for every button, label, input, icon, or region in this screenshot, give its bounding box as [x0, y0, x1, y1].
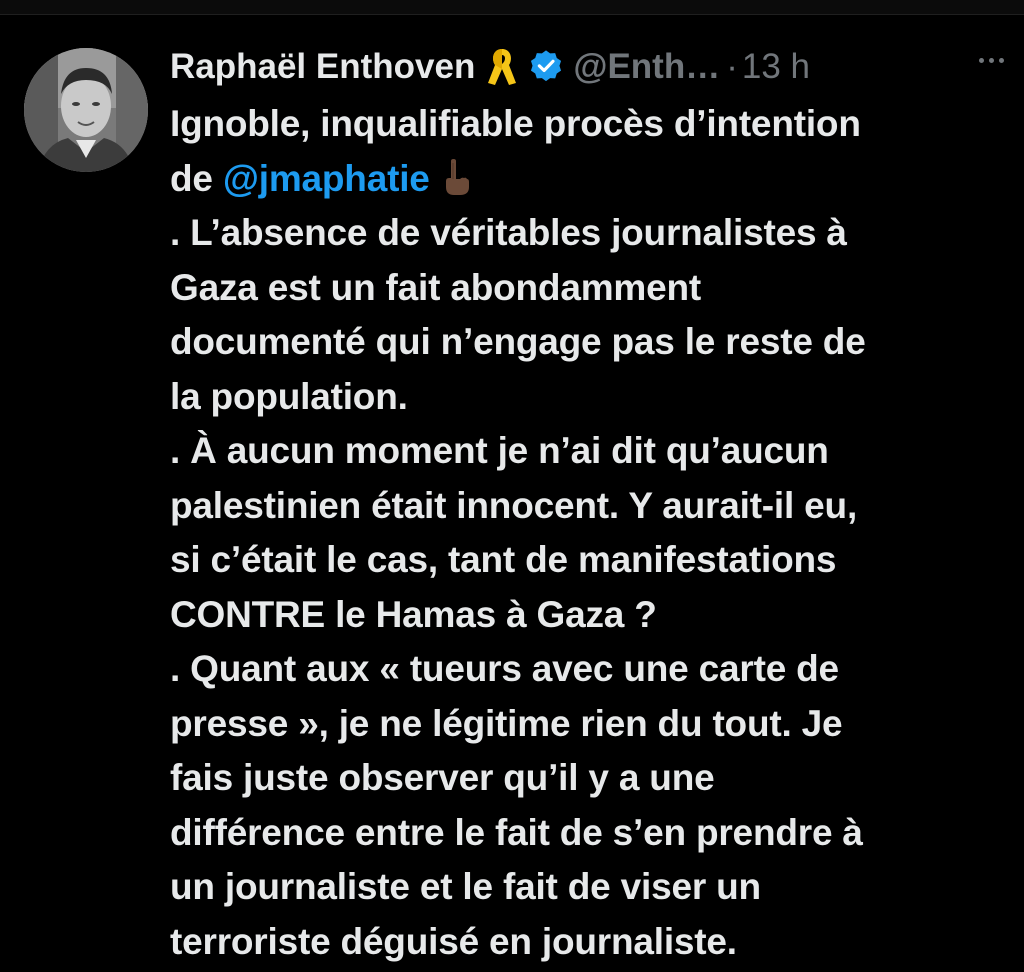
tweet-line: si c’était le cas, tant de manifestation… [170, 539, 837, 580]
tweet-content: Raphaël Enthoven @Enth… · 13 h Ignoble, … [170, 44, 1004, 969]
top-divider [0, 0, 1024, 15]
tweet-header: Raphaël Enthoven @Enth… · 13 h [170, 44, 1004, 90]
tweet-line: . Quant aux « tueurs avec une carte de [170, 648, 839, 689]
tweet-line: fais juste observer qu’il y a une [170, 757, 715, 798]
tweet-line: Ignoble, inqualifiable procès d’intentio… [170, 103, 861, 144]
more-options-icon[interactable] [979, 58, 1004, 63]
tweet-line: différence entre le fait de s’en prendre… [170, 811, 863, 853]
verified-badge-icon [527, 48, 565, 86]
separator-dot: · [726, 47, 738, 86]
tweet-line: Gaza est un fait abondamment [170, 266, 701, 308]
mention-link[interactable]: @jmaphatie [223, 158, 430, 199]
yellow-ribbon-icon [485, 45, 519, 89]
tweet-timestamp[interactable]: 13 h [742, 44, 810, 90]
tweet-line: un journaliste et le fait de viser un [170, 866, 761, 907]
tweet-line: . L’absence de véritables journalistes à [170, 212, 847, 253]
tweet-line: palestinien était innocent. Y aurait-il … [170, 484, 858, 526]
tweet-line: documenté qui n’engage pas le reste de [170, 321, 866, 362]
tweet-line-prefix: de [170, 157, 223, 199]
pointing-down-hand-icon [440, 157, 472, 197]
tweet-line: terroriste déguisé en journaliste. [170, 920, 737, 962]
author-handle[interactable]: @Enth… [573, 44, 720, 90]
avatar-photo [24, 48, 148, 172]
tweet-text: Ignoble, inqualifiable procès d’intentio… [170, 97, 1000, 969]
tweet-line: la population. [170, 375, 408, 417]
avatar[interactable] [24, 48, 148, 172]
tweet[interactable]: Raphaël Enthoven @Enth… · 13 h Ignoble, … [0, 14, 1024, 972]
author-display-name[interactable]: Raphaël Enthoven [170, 44, 475, 90]
tweet-line: presse », je ne légitime rien du tout. J… [170, 702, 843, 744]
tweet-line: . À aucun moment je n’ai dit qu’aucun [170, 430, 829, 471]
tweet-line: de @jmaphatie [170, 152, 1000, 207]
tweet-line: CONTRE le Hamas à Gaza ? [170, 593, 657, 635]
